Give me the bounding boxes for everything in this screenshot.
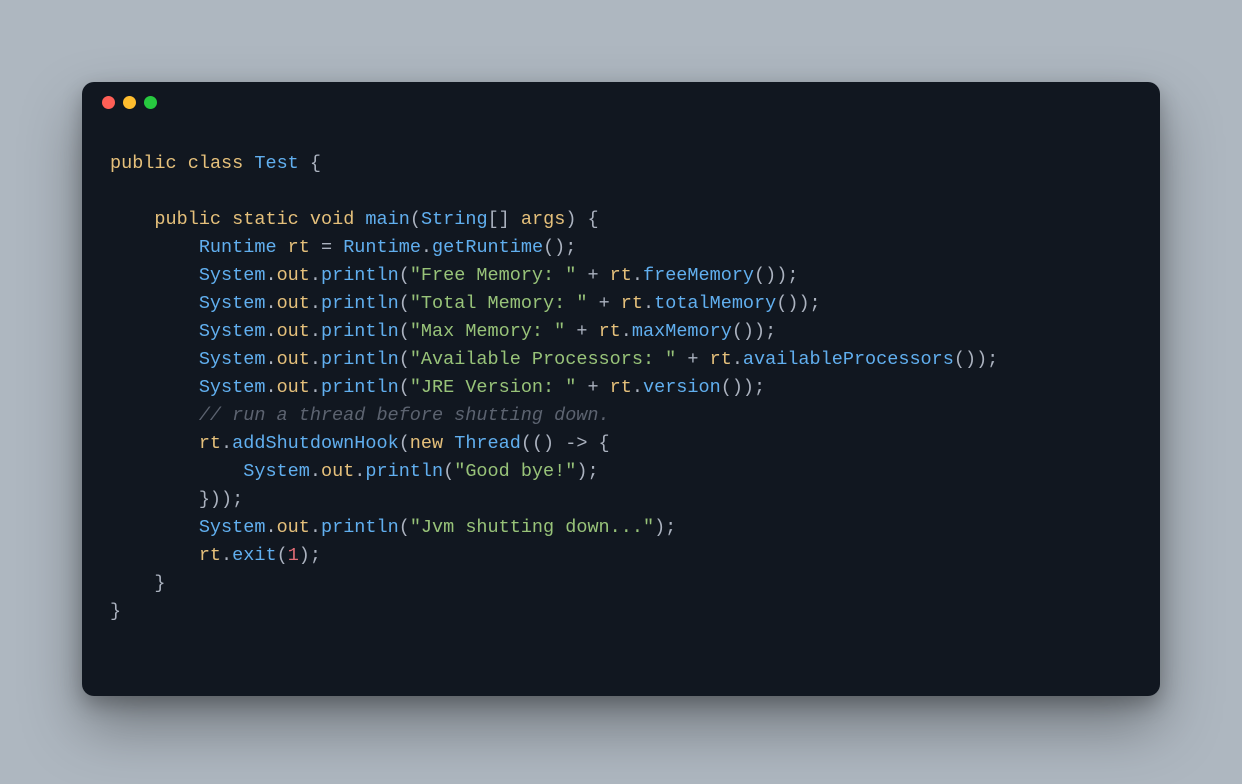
type-thread: Thread	[454, 433, 521, 454]
class-name: Test	[254, 153, 298, 174]
var-rt: rt	[599, 321, 621, 342]
type-system: System	[199, 321, 266, 342]
var-rt: rt	[621, 293, 643, 314]
var-rt: rt	[710, 349, 732, 370]
kw-public: public	[110, 153, 177, 174]
type-runtime: Runtime	[199, 237, 277, 258]
type-system: System	[199, 349, 266, 370]
type-system: System	[243, 461, 310, 482]
var-rt: rt	[199, 545, 221, 566]
fn-addShutdownHook: addShutdownHook	[232, 433, 399, 454]
fn-println: println	[321, 377, 399, 398]
str-total-memory: "Total Memory: "	[410, 293, 588, 314]
num-exit-code: 1	[288, 545, 299, 566]
code-window: public class Test { public static void m…	[82, 82, 1160, 696]
kw-public: public	[154, 209, 221, 230]
kw-static: static	[232, 209, 299, 230]
var-rt: rt	[610, 377, 632, 398]
window-titlebar	[82, 82, 1160, 122]
fn-version: version	[643, 377, 721, 398]
fn-exit: exit	[232, 545, 276, 566]
str-free-memory: "Free Memory: "	[410, 265, 577, 286]
type-system: System	[199, 377, 266, 398]
kw-void: void	[310, 209, 354, 230]
str-jre-version: "JRE Version: "	[410, 377, 577, 398]
param-args: args	[521, 209, 565, 230]
fn-maxMemory: maxMemory	[632, 321, 732, 342]
fn-totalMemory: totalMemory	[654, 293, 776, 314]
var-rt: rt	[288, 237, 310, 258]
id-out: out	[277, 517, 310, 538]
fn-println: println	[321, 321, 399, 342]
fn-println: println	[321, 349, 399, 370]
type-system: System	[199, 293, 266, 314]
str-max-memory: "Max Memory: "	[410, 321, 565, 342]
id-out: out	[277, 321, 310, 342]
id-out: out	[277, 293, 310, 314]
str-shutting-down: "Jvm shutting down..."	[410, 517, 654, 538]
id-out: out	[321, 461, 354, 482]
comment-line: // run a thread before shutting down.	[199, 405, 610, 426]
kw-class: class	[188, 153, 244, 174]
brace-open: {	[310, 153, 321, 174]
fn-println: println	[321, 293, 399, 314]
method-main: main	[365, 209, 409, 230]
type-system: System	[199, 517, 266, 538]
id-out: out	[277, 349, 310, 370]
fn-println: println	[365, 461, 443, 482]
str-good-bye: "Good bye!"	[454, 461, 576, 482]
fn-availableProcessors: availableProcessors	[743, 349, 954, 370]
close-dot-icon[interactable]	[102, 96, 115, 109]
type-runtime: Runtime	[343, 237, 421, 258]
var-rt: rt	[610, 265, 632, 286]
var-rt: rt	[199, 433, 221, 454]
maximize-dot-icon[interactable]	[144, 96, 157, 109]
type-string: String	[421, 209, 488, 230]
id-out: out	[277, 265, 310, 286]
minimize-dot-icon[interactable]	[123, 96, 136, 109]
type-system: System	[199, 265, 266, 286]
str-available-processors: "Available Processors: "	[410, 349, 676, 370]
fn-getRuntime: getRuntime	[432, 237, 543, 258]
id-out: out	[277, 377, 310, 398]
fn-println: println	[321, 517, 399, 538]
kw-new: new	[410, 433, 443, 454]
fn-freeMemory: freeMemory	[643, 265, 754, 286]
fn-println: println	[321, 265, 399, 286]
code-area: public class Test { public static void m…	[82, 122, 1160, 626]
